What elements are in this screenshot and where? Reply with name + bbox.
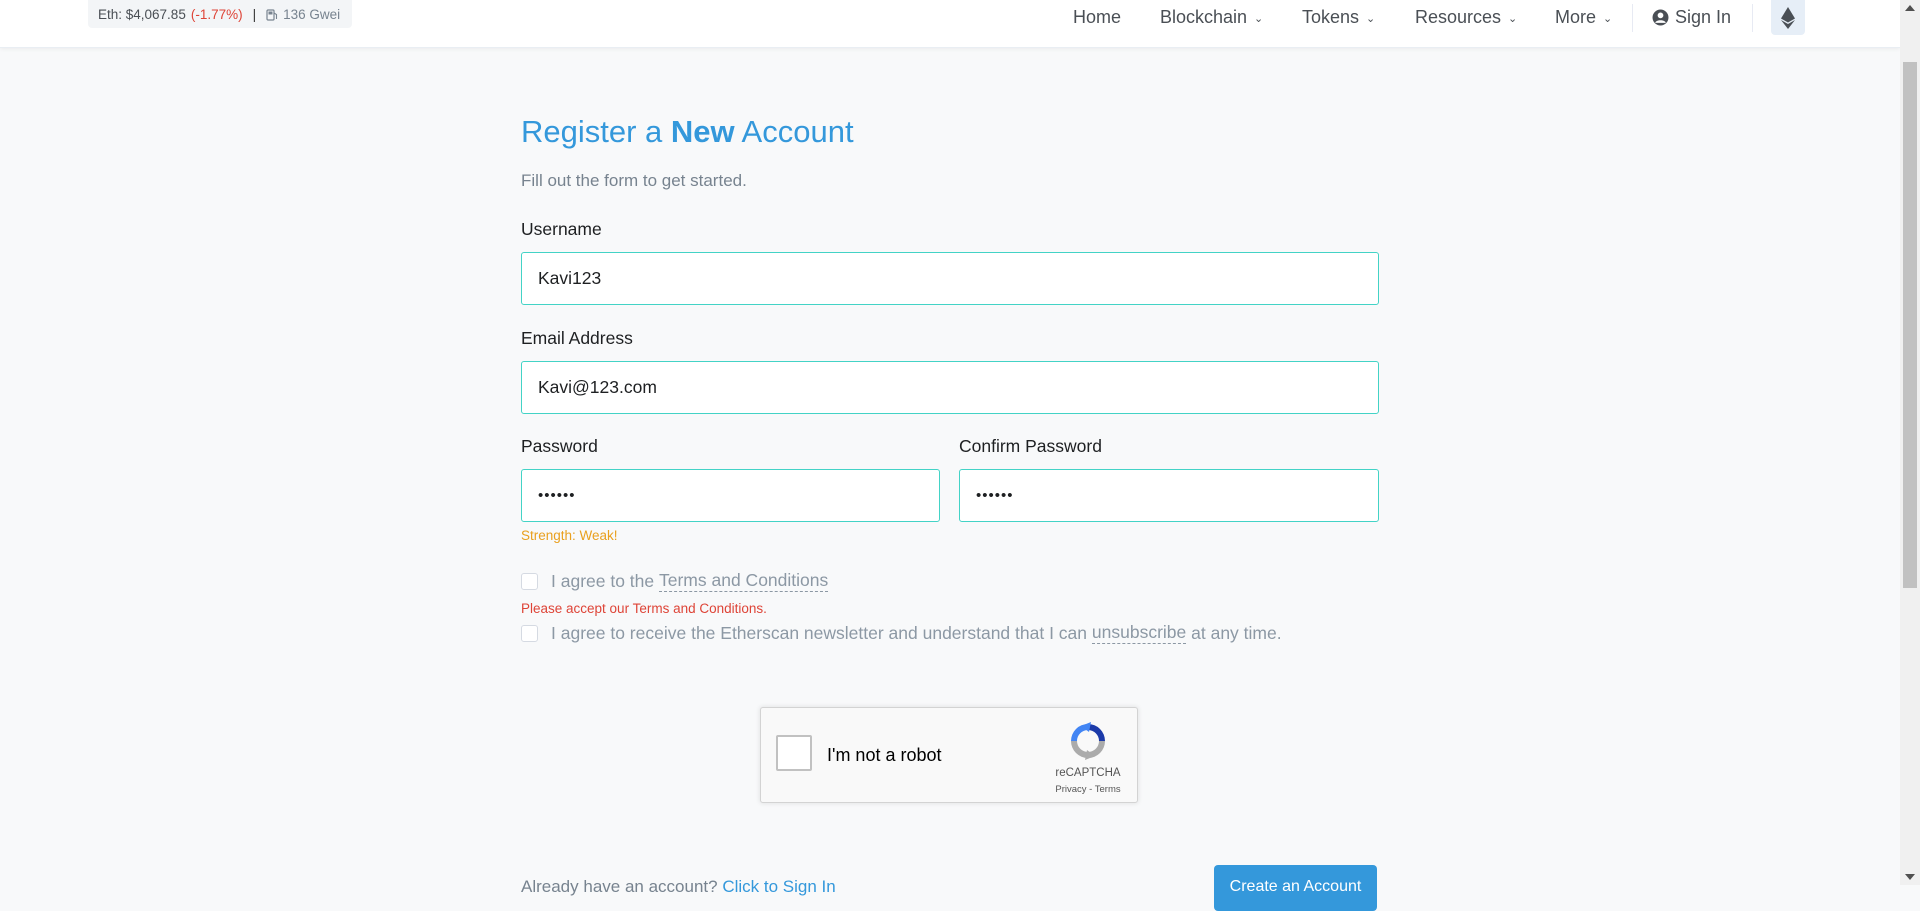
page-title: Register a New Account — [521, 114, 854, 150]
username-label: Username — [521, 219, 602, 239]
nav-divider — [1752, 4, 1753, 32]
terms-link[interactable]: Terms and Conditions — [659, 570, 829, 592]
gas-price[interactable]: 136 Gwei — [283, 7, 340, 22]
create-account-label: Create an Account — [1229, 878, 1362, 895]
nav-resources[interactable]: Resources ⌄ — [1415, 7, 1517, 28]
chevron-down-icon: ⌄ — [1508, 13, 1518, 25]
network-switch-button[interactable] — [1771, 0, 1805, 35]
password-input[interactable]: •••••• — [521, 469, 940, 522]
newsletter-row: I agree to receive the Etherscan newslet… — [521, 622, 1282, 644]
newsletter-checkbox[interactable] — [521, 624, 538, 642]
recaptcha-logo-icon — [1071, 722, 1105, 760]
terms-error: Please accept our Terms and Conditions. — [521, 601, 767, 616]
recaptcha-checkbox[interactable] — [776, 735, 812, 771]
password-strength: Strength: Weak! — [521, 528, 618, 543]
recaptcha-links[interactable]: Privacy - Terms — [1049, 784, 1127, 795]
nav-resources-label: Resources — [1415, 7, 1502, 27]
email-label: Email Address — [521, 328, 633, 348]
terms-text: I agree to the — [551, 570, 659, 591]
sign-in-link[interactable]: Click to Sign In — [722, 877, 835, 896]
nav-tokens-label: Tokens — [1302, 7, 1360, 27]
nav-tokens[interactable]: Tokens ⌄ — [1302, 7, 1375, 28]
nav-sign-in[interactable]: Sign In — [1652, 7, 1731, 28]
nav-home[interactable]: Home — [1073, 7, 1121, 28]
ticker-separator: | — [252, 6, 257, 22]
newsletter-text-end: at any time. — [1186, 622, 1282, 643]
confirm-password-value: •••••• — [976, 487, 1014, 504]
scroll-down-icon[interactable] — [1905, 874, 1915, 880]
recaptcha-widget: I'm not a robot reCAPTCHA Privacy - Term… — [760, 707, 1138, 803]
password-value: •••••• — [538, 487, 576, 504]
terms-checkbox[interactable] — [521, 572, 538, 590]
nav-home-label: Home — [1073, 7, 1122, 27]
chevron-down-icon: ⌄ — [1254, 13, 1264, 25]
already-account-label: Already have an account? — [521, 877, 723, 896]
confirm-password-input[interactable]: •••••• — [959, 469, 1379, 522]
title-post: Account — [734, 114, 854, 149]
title-pre: Register a — [521, 114, 671, 149]
terms-row: I agree to the Terms and Conditions — [521, 570, 829, 592]
newsletter-text: I agree to receive the Etherscan newslet… — [551, 622, 1092, 643]
gas-pump-icon — [266, 9, 278, 21]
password-label: Password — [521, 436, 598, 456]
nav-sign-in-label: Sign In — [1675, 7, 1732, 27]
username-input[interactable]: Kavi123 — [521, 252, 1379, 305]
top-navbar: Eth: $4,067.85 (-1.77%) | 136 Gwei Home … — [0, 0, 1900, 48]
username-value: Kavi123 — [538, 268, 602, 288]
ethereum-icon — [1781, 6, 1795, 29]
eth-price[interactable]: Eth: $4,067.85 — [98, 7, 186, 22]
recaptcha-label: I'm not a robot — [827, 745, 942, 765]
email-value: Kavi@123.com — [538, 377, 657, 397]
nav-divider — [1632, 4, 1633, 32]
eth-price-change: (-1.77%) — [190, 6, 243, 22]
chevron-down-icon: ⌄ — [1603, 13, 1613, 25]
already-account-text: Already have an account? Click to Sign I… — [521, 877, 836, 897]
scroll-up-icon[interactable] — [1905, 5, 1915, 11]
page-scrollbar[interactable] — [1900, 0, 1920, 885]
email-input[interactable]: Kavi@123.com — [521, 361, 1379, 414]
recaptcha-brand: reCAPTCHA — [1055, 767, 1121, 779]
chevron-down-icon: ⌄ — [1366, 13, 1376, 25]
title-bold: New — [670, 114, 735, 149]
confirm-password-label: Confirm Password — [959, 436, 1102, 456]
scroll-thumb[interactable] — [1903, 62, 1917, 588]
unsubscribe-link[interactable]: unsubscribe — [1091, 622, 1187, 644]
nav-blockchain-label: Blockchain — [1160, 7, 1248, 27]
create-account-button[interactable]: Create an Account — [1214, 865, 1377, 911]
user-circle-icon — [1652, 9, 1669, 26]
nav-more[interactable]: More ⌄ — [1555, 7, 1612, 28]
nav-more-label: More — [1555, 7, 1597, 27]
price-ticker: Eth: $4,067.85 (-1.77%) | 136 Gwei — [88, 0, 353, 28]
nav-blockchain[interactable]: Blockchain ⌄ — [1160, 7, 1263, 28]
page-subtitle: Fill out the form to get started. — [521, 171, 747, 190]
